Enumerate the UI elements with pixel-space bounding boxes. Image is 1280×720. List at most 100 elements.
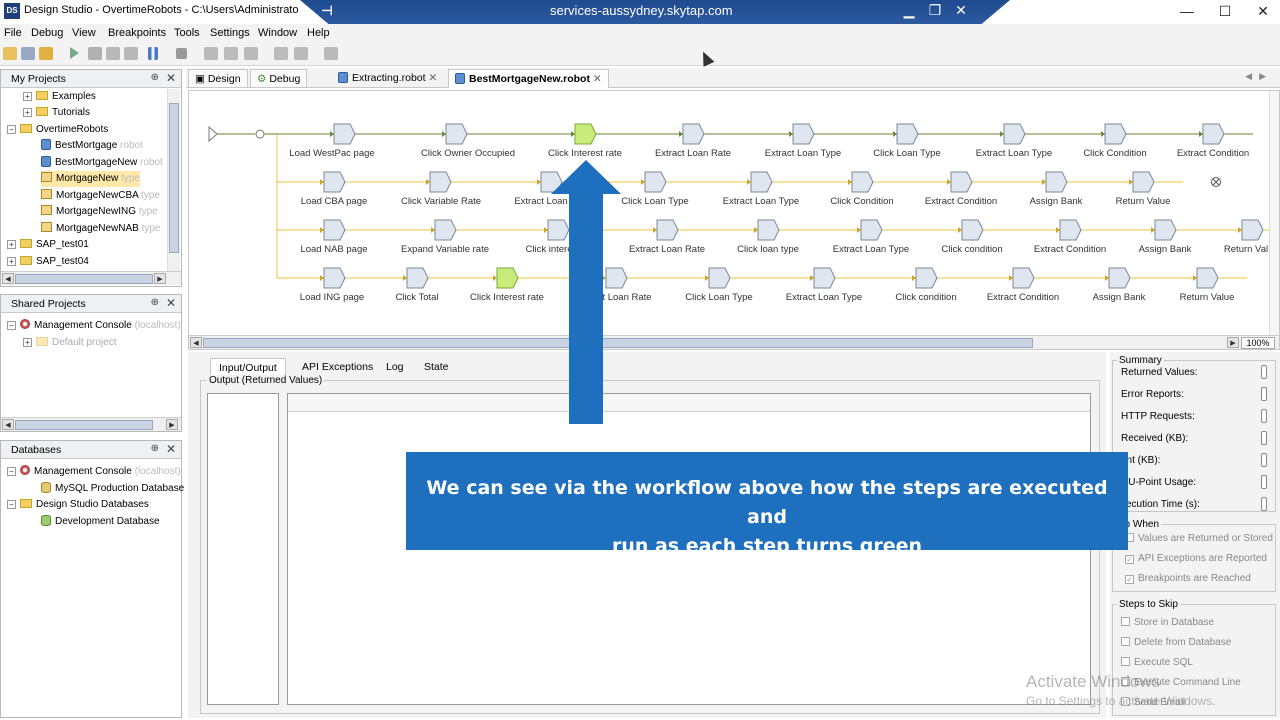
output-type-list[interactable] (207, 393, 279, 705)
workflow-step[interactable]: Extract Loan Type (833, 219, 909, 255)
checkbox-icon[interactable] (1121, 617, 1130, 626)
workflow-step[interactable]: Extract Loan Type (723, 171, 799, 207)
workflow-step[interactable]: Assign Bank (1030, 171, 1083, 207)
tab-scroll-left-icon[interactable]: ◀ (1245, 71, 1252, 82)
workflow-step[interactable]: Extract Loan Type (786, 267, 862, 303)
workflow-step[interactable]: Click Interest rate (548, 123, 622, 159)
close-icon[interactable]: ✕ (166, 442, 176, 456)
tab-design[interactable]: ▣ Design (188, 69, 248, 88)
expand-icon[interactable]: + (7, 240, 16, 249)
stop-api-exceptions-checkbox[interactable]: ✓ API Exceptions are Reported (1125, 553, 1267, 564)
save-icon[interactable] (21, 47, 35, 60)
pin-icon[interactable]: ⊕ (151, 443, 159, 454)
collapse-icon[interactable]: − (7, 125, 16, 134)
skip-delete-from-database-checkbox[interactable]: Delete from Database (1121, 637, 1231, 648)
checkbox-checked-icon[interactable]: ✓ (1125, 575, 1134, 584)
close-icon[interactable]: ✕ (166, 71, 176, 85)
save-all-icon[interactable] (39, 47, 53, 60)
workflow-step[interactable]: Load NAB page (300, 219, 368, 255)
step-icon[interactable] (88, 47, 102, 60)
tree-item-mortgagenew[interactable]: MortgageNew type (41, 171, 140, 187)
close-button[interactable]: ✕ (1240, 0, 1280, 24)
group-icon[interactable] (274, 47, 288, 60)
workflow-step[interactable]: Assign Bank (1139, 219, 1192, 255)
canvas-vertical-scrollbar[interactable] (1269, 91, 1279, 335)
tree-item-mortgagenewnab[interactable]: MortgageNewNAB type (41, 221, 161, 237)
workflow-step[interactable]: Click Total (395, 267, 439, 303)
tab-bestmortgagenew-robot[interactable]: BestMortgageNew.robot ✕ (448, 69, 609, 88)
workflow-canvas[interactable]: Load WestPac page Click Owner Occupied Cli… (188, 90, 1280, 350)
close-icon[interactable]: ✕ (166, 296, 176, 310)
pin-icon[interactable]: ⊣ (318, 2, 336, 20)
stop-values-returned-checkbox[interactable]: Values are Returned or Stored (1125, 533, 1273, 544)
workflow-step[interactable]: Click Variable Rate (401, 171, 481, 207)
workflow-step[interactable]: Extract Loan Type (765, 123, 841, 159)
tab-input-output[interactable]: Input/Output (210, 358, 286, 376)
checkbox-icon[interactable] (1121, 637, 1130, 646)
scroll-left-icon[interactable]: ◀ (190, 337, 202, 348)
workflow-step[interactable]: Load WestPac page (289, 123, 375, 159)
remote-restore-button[interactable]: ❐ (922, 0, 948, 22)
workflow-step[interactable]: Expand Variable rate (401, 219, 489, 255)
workflow-step[interactable]: Extract Condition (987, 267, 1059, 303)
workflow-step[interactable]: Click condition (941, 219, 1003, 255)
close-tab-icon[interactable]: ✕ (428, 72, 437, 84)
branch-icon[interactable] (244, 47, 258, 60)
scroll-right-icon[interactable]: ▶ (1227, 337, 1239, 348)
menu-view[interactable]: View (72, 27, 96, 39)
tree-item-sap-test01[interactable]: + SAP_test01 (7, 237, 89, 253)
pause-icon[interactable] (148, 47, 158, 60)
stop-breakpoints-checkbox[interactable]: ✓ Breakpoints are Reached (1125, 573, 1251, 584)
canvas-horizontal-scrollbar[interactable]: ◀ ▶ 100% (189, 335, 1279, 349)
skip-execute-sql-checkbox[interactable]: Execute SQL (1121, 657, 1193, 668)
workflow-step[interactable]: Return Value (1116, 171, 1171, 207)
scroll-right-icon[interactable]: ▶ (166, 419, 178, 430)
delete-step-icon[interactable] (224, 47, 238, 60)
open-icon[interactable] (3, 47, 17, 60)
step-over-icon[interactable] (124, 47, 138, 60)
collapse-icon[interactable]: − (7, 321, 16, 330)
menu-debug[interactable]: Debug (31, 27, 63, 39)
workflow-step[interactable]: Return Val (1224, 219, 1268, 255)
ungroup-icon[interactable] (294, 47, 308, 60)
workflow-diagram[interactable]: Load WestPac page Click Owner Occupied Cli… (189, 91, 1279, 349)
tree-item-tutorials[interactable]: + Tutorials (23, 105, 90, 121)
workflow-step[interactable]: Click intere (526, 219, 573, 255)
workflow-step[interactable]: Click Condition (1083, 123, 1147, 159)
workflow-step[interactable]: Click Loan Type (685, 267, 753, 303)
tree-item-development-database[interactable]: Development Database (41, 514, 160, 530)
workflow-step[interactable]: Extract Condition (1034, 219, 1106, 255)
tree-item-mortgagenewcba[interactable]: MortgageNewCBA type (41, 188, 160, 204)
tab-debug[interactable]: ⚙ Debug (250, 69, 308, 88)
scroll-thumb[interactable] (169, 103, 179, 253)
collapse-icon[interactable]: − (7, 467, 16, 476)
workflow-step[interactable]: Click Loan Type (873, 123, 941, 159)
workflow-step[interactable]: Click Loan Type (621, 171, 689, 207)
tree-item-overtimerobots[interactable]: − OvertimeRobots (7, 122, 108, 138)
workflow-step[interactable]: Extract Loan Rate (655, 123, 731, 159)
stop-icon[interactable] (176, 48, 187, 59)
workflow-step[interactable]: Assign Bank (1093, 267, 1146, 303)
vertical-scrollbar[interactable] (167, 89, 180, 271)
tree-item-management-console[interactable]: − Management Console (localhost) (7, 318, 181, 334)
tab-extracting-robot[interactable]: Extracting.robot ✕ (332, 69, 443, 88)
scroll-thumb[interactable] (15, 274, 153, 284)
tab-log[interactable]: Log (378, 358, 412, 376)
add-step-icon[interactable] (204, 47, 218, 60)
collapse-icon[interactable]: − (7, 500, 16, 509)
zoom-level[interactable]: 100% (1241, 337, 1275, 349)
workflow-step[interactable]: Load CBA page (301, 171, 368, 207)
tree-item-default-project[interactable]: + Default project (23, 335, 116, 351)
workflow-step[interactable]: Return Value (1180, 267, 1235, 303)
pin-icon[interactable]: ⊕ (151, 72, 159, 83)
run-icon[interactable] (70, 47, 79, 59)
menu-window[interactable]: Window (258, 27, 297, 39)
pin-icon[interactable]: ⊕ (151, 297, 159, 308)
workflow-step[interactable]: Extract Condition (925, 171, 997, 207)
expand-icon[interactable]: + (7, 257, 16, 266)
tree-item-mysql-production[interactable]: MySQL Production Database (41, 481, 184, 497)
expand-icon[interactable]: + (23, 338, 32, 347)
workflow-step[interactable]: Extract Loan Rate (629, 219, 705, 255)
tree-item-bestmortgage[interactable]: BestMortgage robot (41, 138, 143, 154)
tree-item-mortgagenewing[interactable]: MortgageNewING type (41, 204, 158, 220)
